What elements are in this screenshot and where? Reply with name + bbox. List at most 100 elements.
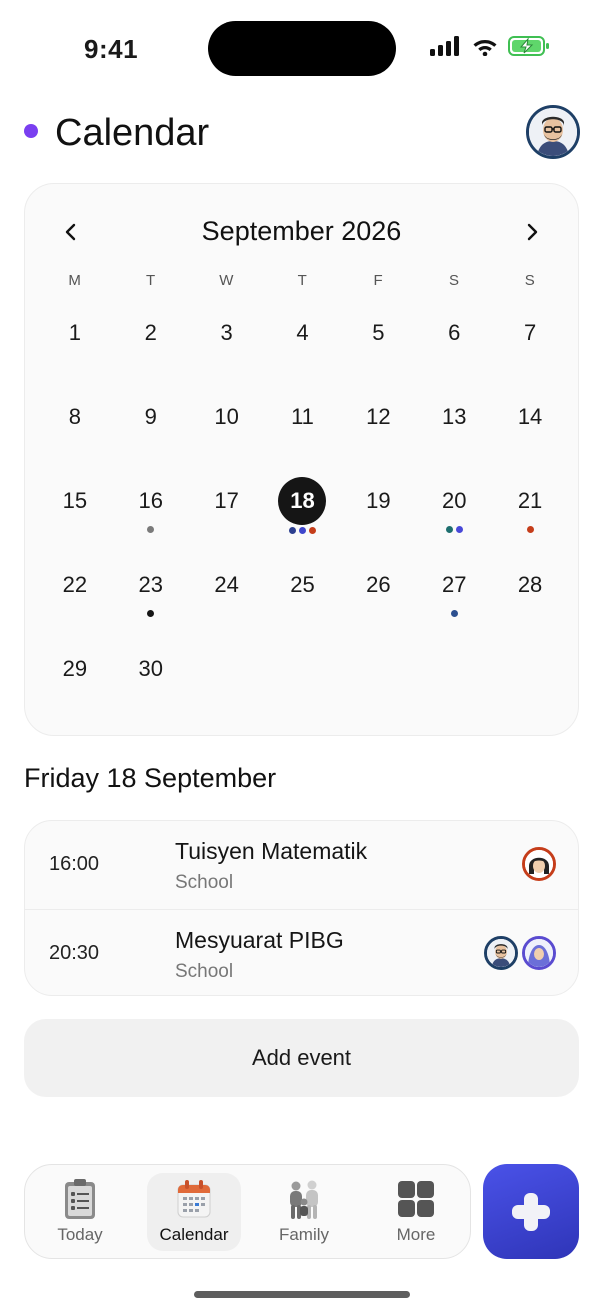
weekday-label: F <box>373 272 384 289</box>
home-indicator <box>194 1291 410 1298</box>
day-cell[interactable]: 30 <box>113 646 189 730</box>
tab-family[interactable]: Family <box>257 1173 351 1251</box>
create-button[interactable] <box>483 1164 579 1259</box>
day-number: 27 <box>441 572 467 597</box>
participant-avatar <box>522 847 556 881</box>
weekday-label: T <box>145 272 156 289</box>
man-avatar-icon <box>487 939 515 967</box>
grid-icon <box>398 1181 434 1217</box>
day-number: 17 <box>214 488 239 513</box>
day-cell[interactable]: 3 <box>189 310 265 394</box>
day-cell[interactable]: 15 <box>37 478 113 562</box>
event-row[interactable]: 16:00 Tuisyen Matematik School <box>25 821 578 909</box>
signal-icon <box>430 36 459 56</box>
status-bar: 9:41 <box>0 0 603 96</box>
day-number: 11 <box>291 404 314 429</box>
day-number: 24 <box>214 572 239 597</box>
day-cell[interactable]: 6 <box>416 310 492 394</box>
plus-icon <box>512 1192 550 1231</box>
chevron-right-icon <box>527 223 538 241</box>
day-cell[interactable]: 11 <box>265 394 341 478</box>
man-avatar-icon <box>529 108 577 156</box>
event-dot <box>288 527 296 534</box>
month-navigation: September 2026 <box>25 212 578 252</box>
calendar-card: September 2026 MTWTFSS 1 2 3 4 5 6 7 8 9 10 11 12 13… <box>24 183 579 736</box>
day-cell[interactable]: 25 <box>265 562 341 646</box>
day-cell[interactable]: 23 <box>113 562 189 646</box>
day-cell[interactable]: 24 <box>189 562 265 646</box>
day-cell[interactable]: 5 <box>340 310 416 394</box>
day-number: 20 <box>441 488 467 513</box>
weekday-label: M <box>68 272 82 289</box>
tab-more[interactable]: More <box>369 1173 463 1251</box>
day-number: 15 <box>62 488 88 513</box>
day-cell[interactable]: 18 <box>265 477 341 562</box>
day-cell[interactable]: 7 <box>492 310 568 394</box>
day-cell[interactable]: 17 <box>189 478 265 562</box>
day-number: 3 <box>220 320 233 345</box>
status-icons <box>430 36 550 56</box>
event-row[interactable]: 20:30 Mesyuarat PIBG School <box>25 909 578 995</box>
next-month-button[interactable] <box>514 214 550 250</box>
add-event-button[interactable]: Add event <box>24 1019 579 1097</box>
event-dots <box>450 610 458 618</box>
event-dots <box>147 526 155 534</box>
event-participants <box>522 847 556 881</box>
event-dots <box>147 610 155 618</box>
weekday-label: W <box>219 272 234 289</box>
event-dot <box>450 610 458 617</box>
event-category: School <box>175 961 234 982</box>
event-time: 16:00 <box>49 853 100 875</box>
event-dots <box>445 526 463 534</box>
profile-avatar[interactable] <box>526 105 580 159</box>
day-number: 26 <box>366 572 391 597</box>
wifi-icon <box>473 40 497 56</box>
day-cell[interactable]: 27 <box>416 562 492 646</box>
event-dot <box>147 526 155 533</box>
weekday-header-row: MTWTFSS <box>37 272 568 289</box>
day-cell[interactable]: 14 <box>492 394 568 478</box>
day-number: 6 <box>448 320 461 345</box>
day-cell[interactable]: 1 <box>37 310 113 394</box>
day-cell[interactable]: 21 <box>492 478 568 562</box>
day-cell[interactable]: 19 <box>340 478 416 562</box>
event-dot <box>308 527 316 534</box>
day-cell[interactable]: 20 <box>416 478 492 562</box>
day-cell[interactable]: 26 <box>340 562 416 646</box>
day-number: 1 <box>68 320 82 345</box>
woman-hijab-avatar-icon <box>525 939 553 967</box>
day-cell[interactable]: 28 <box>492 562 568 646</box>
tab-calendar[interactable]: Calendar <box>147 1173 241 1251</box>
event-dot <box>298 527 306 534</box>
day-number: 9 <box>144 404 157 429</box>
day-number: 13 <box>441 404 467 429</box>
clipboard-icon <box>65 1179 95 1219</box>
day-cell[interactable]: 29 <box>37 646 113 730</box>
event-dot <box>526 526 534 533</box>
participant-avatar <box>522 936 556 970</box>
day-cell[interactable]: 9 <box>113 394 189 478</box>
day-cell[interactable]: 22 <box>37 562 113 646</box>
day-cell[interactable]: 10 <box>189 394 265 478</box>
family-icon <box>290 1180 318 1219</box>
events-list: 16:00 Tuisyen Matematik School 20:30 Mes… <box>24 820 579 996</box>
event-dots <box>526 526 534 534</box>
app-accent-dot <box>24 124 38 138</box>
event-dots <box>288 527 316 535</box>
page-header: Calendar <box>0 100 603 170</box>
day-cell[interactable]: 12 <box>340 394 416 478</box>
status-time: 9:41 <box>84 34 139 64</box>
day-cell[interactable]: 4 <box>265 310 341 394</box>
day-number: 25 <box>290 572 315 597</box>
event-time: 20:30 <box>49 942 100 964</box>
girl-avatar-icon <box>525 850 553 878</box>
tab-label: Calendar <box>159 1225 229 1244</box>
day-cell[interactable]: 16 <box>113 478 189 562</box>
day-cell[interactable]: 2 <box>113 310 189 394</box>
event-title: Mesyuarat PIBG <box>175 927 344 953</box>
tab-today[interactable]: Today <box>33 1173 127 1251</box>
day-number: 30 <box>138 656 163 681</box>
day-cell[interactable]: 8 <box>37 394 113 478</box>
day-cell[interactable]: 13 <box>416 394 492 478</box>
tab-label: Family <box>278 1225 330 1244</box>
